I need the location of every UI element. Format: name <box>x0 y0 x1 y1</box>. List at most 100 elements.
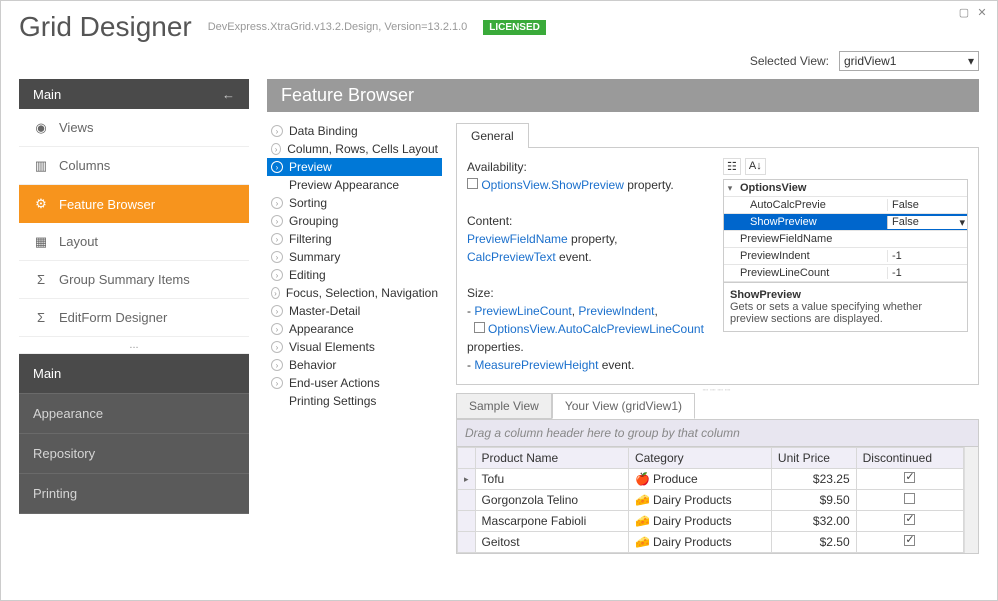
sidebar-item-group-summary[interactable]: Σ Group Summary Items <box>19 261 249 299</box>
prop-row-autocalc[interactable]: AutoCalcPrevie False <box>724 197 967 214</box>
cell-discontinued[interactable] <box>856 469 963 490</box>
columns-icon: ▥ <box>33 158 49 174</box>
tree-item-filtering[interactable]: ›Filtering <box>267 230 442 248</box>
table-row[interactable]: ▸ Tofu 🍎Produce $23.25 <box>458 469 964 490</box>
tree-item-preview-appearance[interactable]: Preview Appearance <box>267 176 442 194</box>
showpreview-checkbox[interactable] <box>467 178 478 189</box>
link-calcpreviewtext[interactable]: CalcPreviewText <box>467 250 556 264</box>
cell-unit-price[interactable]: $32.00 <box>771 511 856 532</box>
cell-unit-price[interactable]: $23.25 <box>771 469 856 490</box>
expand-icon: › <box>271 341 283 353</box>
sidebar-section-main-header[interactable]: Main ← <box>19 79 249 109</box>
cell-unit-price[interactable]: $2.50 <box>771 532 856 553</box>
prop-row-previewfieldname[interactable]: PreviewFieldName <box>724 231 967 248</box>
cell-category[interactable]: 🧀Dairy Products <box>628 490 771 511</box>
sidebar-item-editform-designer[interactable]: Σ EditForm Designer <box>19 299 249 337</box>
link-measurepreviewheight[interactable]: MeasurePreviewHeight <box>474 358 598 372</box>
cell-category[interactable]: 🍎Produce <box>628 469 771 490</box>
group-panel[interactable]: Drag a column header here to group by th… <box>457 420 978 447</box>
tree-item-editing[interactable]: ›Editing <box>267 266 442 284</box>
tree-item-appearance[interactable]: ›Appearance <box>267 320 442 338</box>
col-category[interactable]: Category <box>628 448 771 469</box>
cell-category[interactable]: 🧀Dairy Products <box>628 511 771 532</box>
row-indicator <box>458 532 476 553</box>
tree-item-summary[interactable]: ›Summary <box>267 248 442 266</box>
link-previewindent[interactable]: PreviewIndent <box>578 304 654 318</box>
prop-group-optionsview[interactable]: ▾ OptionsView <box>724 180 967 197</box>
col-product-name[interactable]: Product Name <box>475 448 628 469</box>
tab-general[interactable]: General <box>456 123 529 148</box>
close-icon[interactable]: ✕ <box>977 7 987 17</box>
cell-product-name[interactable]: Tofu <box>475 469 628 490</box>
cell-product-name[interactable]: Gorgonzola Telino <box>475 490 628 511</box>
tree-item-master-detail[interactable]: ›Master-Detail <box>267 302 442 320</box>
sidebar-category-appearance[interactable]: Appearance <box>19 394 249 434</box>
expand-icon: › <box>271 233 283 245</box>
expand-icon: › <box>271 125 283 137</box>
prop-value-dropdown[interactable]: False▾ <box>887 216 967 229</box>
tree-item-data-binding[interactable]: ›Data Binding <box>267 122 442 140</box>
tree-item-grouping[interactable]: ›Grouping <box>267 212 442 230</box>
sidebar-category-main[interactable]: Main <box>19 354 249 394</box>
cell-category[interactable]: 🧀Dairy Products <box>628 532 771 553</box>
link-previewlinecount[interactable]: PreviewLineCount <box>474 304 571 318</box>
categorize-icon[interactable]: ☷ <box>723 158 741 175</box>
eye-icon: ◉ <box>33 120 49 136</box>
sidebar-category-repository[interactable]: Repository <box>19 434 249 474</box>
prop-row-showpreview[interactable]: ShowPreview False▾ <box>724 214 967 231</box>
col-unit-price[interactable]: Unit Price <box>771 448 856 469</box>
feature-tree: ›Data Binding ›Column, Rows, Cells Layou… <box>267 122 442 582</box>
cell-discontinued[interactable] <box>856 532 963 553</box>
tree-item-behavior[interactable]: ›Behavior <box>267 356 442 374</box>
sidebar-item-columns[interactable]: ▥ Columns <box>19 147 249 185</box>
tree-item-printing-settings[interactable]: Printing Settings <box>267 392 442 410</box>
link-autocalcpreviewlinecount[interactable]: OptionsView.AutoCalcPreviewLineCount <box>488 322 704 336</box>
sidebar: Main ← ◉ Views ▥ Columns ⚙ Feature Brows… <box>19 79 249 582</box>
cell-product-name[interactable]: Geitost <box>475 532 628 553</box>
tab-your-view[interactable]: Your View (gridView1) <box>552 393 695 419</box>
tree-item-preview[interactable]: ›Preview <box>267 158 442 176</box>
feature-description: Availability: OptionsView.ShowPreview pr… <box>467 158 713 374</box>
sidebar-item-views[interactable]: ◉ Views <box>19 109 249 147</box>
maximize-icon[interactable]: ▢ <box>959 7 969 17</box>
sidebar-item-label: Group Summary Items <box>59 272 190 287</box>
table-row[interactable]: Geitost 🧀Dairy Products $2.50 <box>458 532 964 553</box>
horizontal-splitter[interactable]: ┈┈┈┈ <box>456 385 979 393</box>
selected-view-dropdown[interactable]: gridView1 ▾ <box>839 51 979 71</box>
tree-item-sorting[interactable]: ›Sorting <box>267 194 442 212</box>
table-row[interactable]: Mascarpone Fabioli 🧀Dairy Products $32.0… <box>458 511 964 532</box>
tree-item-column-rows[interactable]: ›Column, Rows, Cells Layout <box>267 140 442 158</box>
prop-row-previewindent[interactable]: PreviewIndent -1 <box>724 248 967 265</box>
tab-sample-view[interactable]: Sample View <box>456 393 552 419</box>
prop-row-previewlinecount[interactable]: PreviewLineCount -1 <box>724 265 967 282</box>
property-desc-title: ShowPreview <box>730 289 801 301</box>
sort-az-icon[interactable]: A↓ <box>745 158 766 175</box>
tree-item-visual-elements[interactable]: ›Visual Elements <box>267 338 442 356</box>
link-previewfieldname[interactable]: PreviewFieldName <box>467 232 568 246</box>
chevron-down-icon: ▾ <box>959 216 965 229</box>
link-optionsview-showpreview[interactable]: OptionsView.ShowPreview <box>481 178 624 192</box>
collapse-icon[interactable]: ▾ <box>724 183 736 194</box>
tree-item-focus-selection[interactable]: ›Focus, Selection, Navigation <box>267 284 442 302</box>
preview-grid: Drag a column header here to group by th… <box>456 419 979 554</box>
tree-item-end-user-actions[interactable]: ›End-user Actions <box>267 374 442 392</box>
sidebar-collapse-toggle[interactable]: ... <box>19 337 249 354</box>
apple-icon: 🍎 <box>635 472 649 486</box>
row-indicator: ▸ <box>458 469 476 490</box>
vertical-scrollbar[interactable] <box>964 447 978 553</box>
cell-unit-price[interactable]: $9.50 <box>771 490 856 511</box>
sidebar-item-layout[interactable]: ▦ Layout <box>19 223 249 261</box>
table-row[interactable]: Gorgonzola Telino 🧀Dairy Products $9.50 <box>458 490 964 511</box>
back-arrow-icon[interactable]: ← <box>222 87 235 102</box>
autocalc-checkbox[interactable] <box>474 322 485 333</box>
expand-icon: › <box>271 287 280 299</box>
row-indicator-header <box>458 448 476 469</box>
cell-discontinued[interactable] <box>856 490 963 511</box>
cheese-icon: 🧀 <box>635 535 649 549</box>
col-discontinued[interactable]: Discontinued <box>856 448 963 469</box>
cell-product-name[interactable]: Mascarpone Fabioli <box>475 511 628 532</box>
cell-discontinued[interactable] <box>856 511 963 532</box>
sidebar-category-printing[interactable]: Printing <box>19 474 249 514</box>
sidebar-item-feature-browser[interactable]: ⚙ Feature Browser <box>19 185 249 223</box>
sigma-icon: Σ <box>33 272 49 287</box>
